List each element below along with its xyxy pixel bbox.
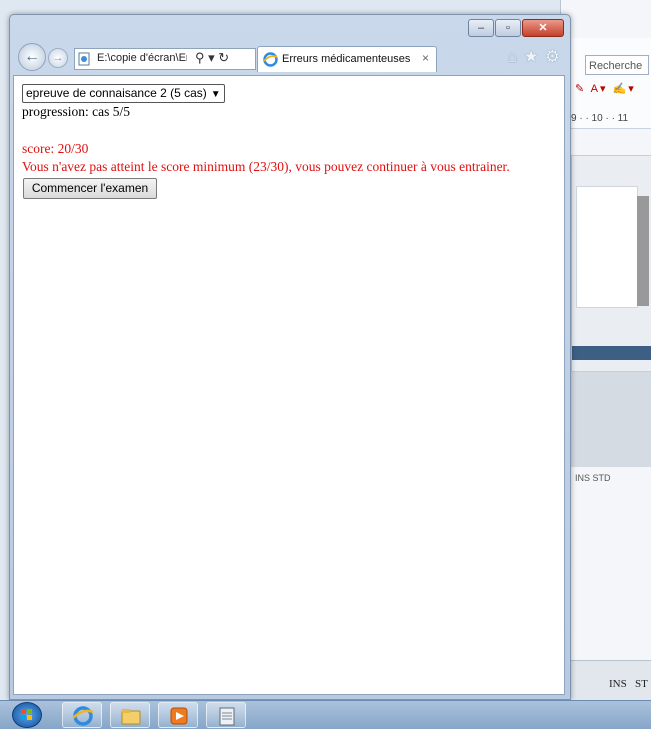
chevron-down-icon: ▼	[210, 89, 221, 100]
address-bar[interactable]: E:\copie d'écran\Erre ⚲ ▾ ↻	[74, 48, 256, 70]
taskbar-notepad-button[interactable]	[206, 702, 246, 728]
tab-erreurs[interactable]: Erreurs médicamenteuses ×	[257, 46, 437, 72]
page-content: epreuve de connaisance 2 (5 cas) ▼ progre…	[13, 75, 565, 695]
result-message: Vous n'avez pas atteint le score minimum…	[22, 159, 510, 174]
folder-icon	[121, 709, 141, 725]
windows-start-icon[interactable]	[12, 702, 42, 728]
background-gray-area	[571, 372, 651, 467]
status-st: ST	[635, 678, 648, 690]
browser-toolbar-icons: ⌂ ★ ⚙	[501, 47, 560, 67]
tab-title: Erreurs médicamenteuses	[282, 53, 411, 65]
notepad-icon	[219, 707, 235, 726]
home-icon[interactable]: ⌂	[507, 47, 517, 66]
back-arrow-icon[interactable]: ←	[18, 43, 46, 71]
taskbar-media-button[interactable]	[158, 702, 198, 728]
ie-icon	[263, 52, 278, 67]
background-mini-status: INS STD	[575, 473, 611, 483]
progression-text: progression: cas 5/5	[22, 104, 130, 119]
page-icon	[78, 52, 90, 66]
taskbar-ie-button[interactable]	[62, 702, 102, 728]
address-url[interactable]: E:\copie d'écran\Erre	[97, 52, 187, 64]
media-player-icon	[170, 707, 188, 725]
browser-window: – ▫ ✕ ← → E:\copie d'écran\Erre ⚲ ▾ ↻ Er…	[9, 14, 571, 700]
background-scrollbar	[637, 196, 649, 306]
background-mini-page	[576, 186, 638, 308]
start-exam-button[interactable]: Commencer l'examen	[23, 178, 157, 199]
status-ins: INS	[609, 678, 627, 690]
ie-icon	[72, 706, 94, 726]
forward-arrow-icon[interactable]: →	[48, 48, 68, 68]
background-status-bar: INS ST	[561, 660, 651, 701]
maximize-button[interactable]: ▫	[495, 19, 521, 37]
background-search-input[interactable]: Recherche	[585, 55, 649, 75]
gear-icon[interactable]: ⚙	[545, 47, 560, 66]
background-document	[571, 155, 651, 372]
tab-close-icon[interactable]: ×	[422, 51, 429, 65]
taskbar	[0, 700, 651, 729]
exam-select[interactable]: epreuve de connaisance 2 (5 cas) ▼	[22, 84, 225, 103]
background-format-icons: ✎ A▾ ✍▾	[575, 83, 636, 95]
star-icon[interactable]: ★	[524, 47, 539, 66]
score-text: score: 20/30	[22, 141, 89, 156]
taskbar-explorer-button[interactable]	[110, 702, 150, 728]
close-button[interactable]: ✕	[522, 19, 564, 37]
window-controls: – ▫ ✕	[467, 19, 564, 37]
minimize-button[interactable]: –	[468, 19, 494, 37]
exam-select-value: epreuve de connaisance 2 (5 cas)	[26, 86, 207, 100]
background-ruler: 9 · · 10 · · 11	[571, 113, 629, 124]
background-word-window: Recherche ✎ A▾ ✍▾ 9 · · 10 · · 11 INS ST…	[560, 0, 651, 701]
background-taskstrip	[572, 346, 651, 360]
address-tools[interactable]: ⚲ ▾ ↻	[195, 50, 229, 66]
